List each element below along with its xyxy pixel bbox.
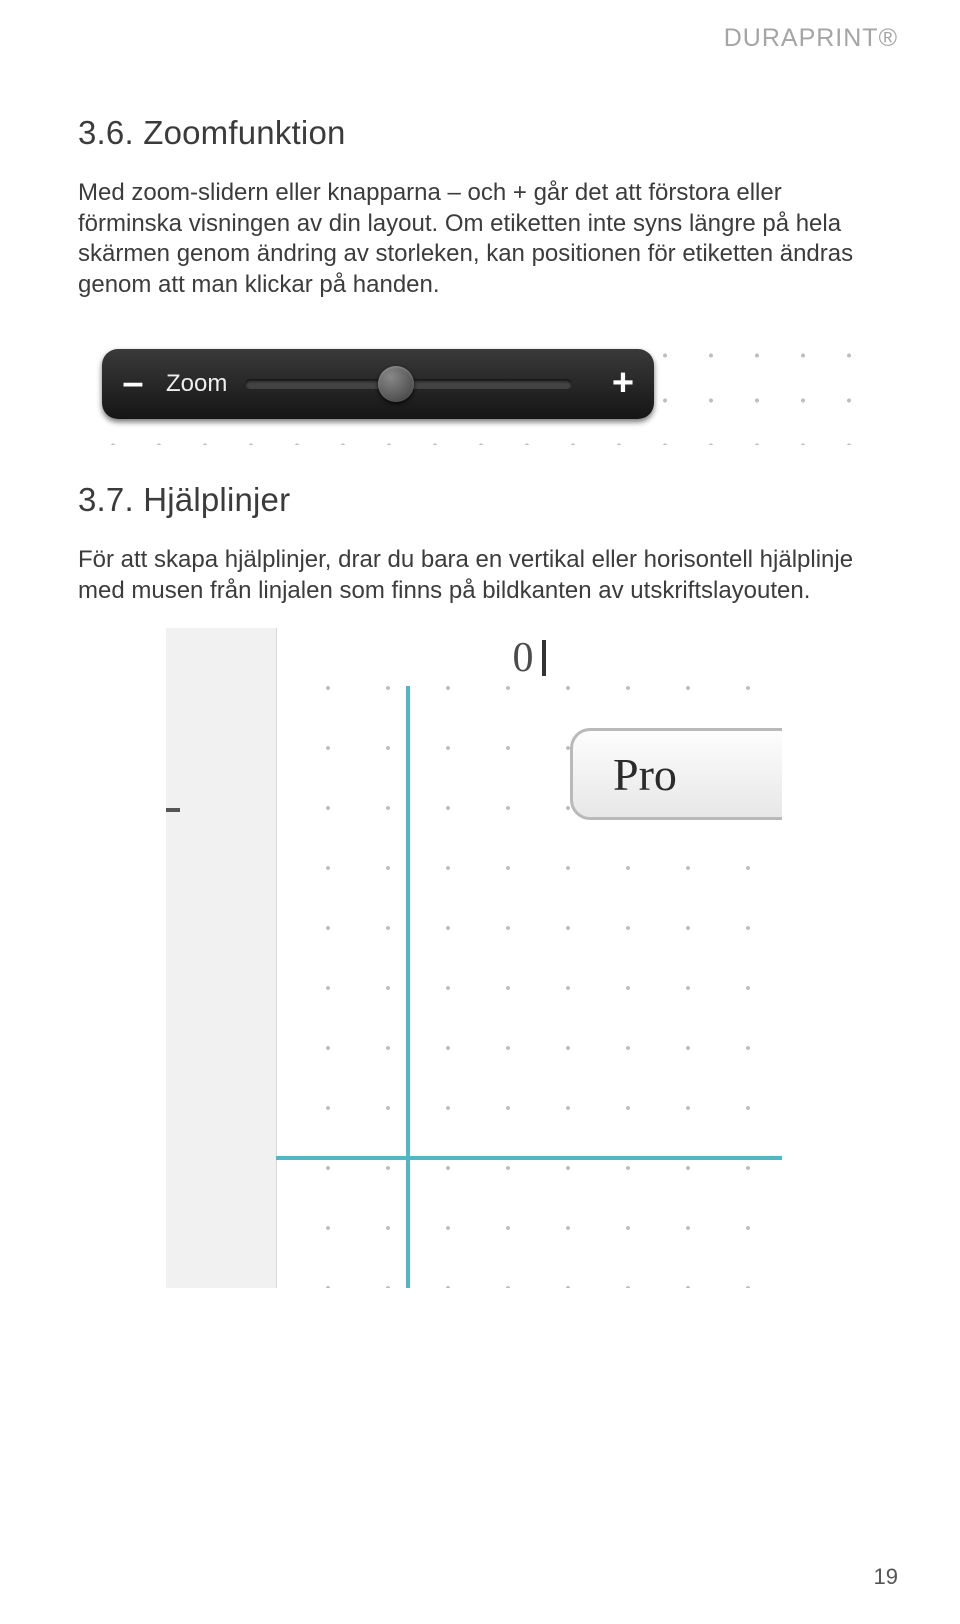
zoom-toolbar: – Zoom + [102, 349, 654, 419]
plus-icon: + [612, 362, 634, 405]
brand-text: DURAPRINT® [724, 24, 898, 53]
zoom-figure-background: – Zoom + [78, 325, 858, 445]
zoom-slider-knob[interactable] [378, 366, 414, 402]
ruler-zero-label: 0 [513, 634, 534, 682]
section-heading-guides: 3.7. Hjälplinjer [78, 481, 882, 519]
ruler-tick [166, 808, 180, 812]
zoom-slider-track[interactable] [245, 379, 572, 389]
canvas-area: Pro [276, 686, 782, 1288]
zoom-out-button[interactable]: – [102, 349, 164, 419]
horizontal-guideline[interactable] [276, 1156, 782, 1160]
zoom-in-button[interactable]: + [592, 349, 654, 419]
page-number: 19 [874, 1564, 898, 1590]
ruler-left-pane [166, 628, 277, 1288]
page-content: 3.6. Zoomfunktion Med zoom-slidern eller… [0, 0, 960, 1288]
vertical-guideline[interactable] [406, 686, 410, 1288]
section-body-zoom: Med zoom-slidern eller knapparna – och +… [78, 178, 882, 301]
figure-guides: 0 Pro [166, 628, 782, 1288]
zoom-label: Zoom [166, 370, 227, 398]
ruler-top: 0 [276, 634, 782, 684]
figure-zoom: – Zoom + [78, 325, 882, 445]
text-field[interactable]: Pro [570, 728, 782, 820]
text-field-value: Pro [613, 748, 677, 801]
ruler-cursor-icon [542, 640, 546, 676]
section-heading-zoom: 3.6. Zoomfunktion [78, 114, 882, 152]
minus-icon: – [122, 362, 143, 405]
section-body-guides: För att skapa hjälplinjer, drar du bara … [78, 545, 882, 606]
